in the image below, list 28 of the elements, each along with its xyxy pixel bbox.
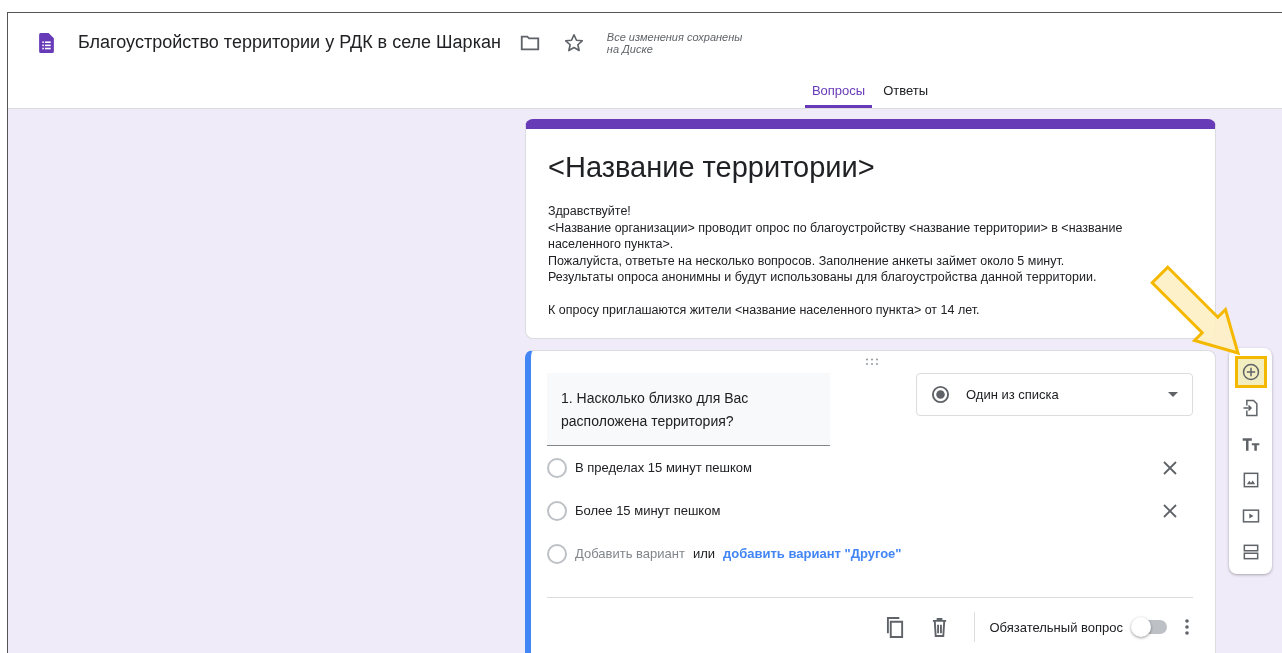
drag-handle-icon[interactable] xyxy=(865,358,879,366)
option-text[interactable]: В пределах 15 минут пешком xyxy=(575,460,1163,475)
or-text: или xyxy=(692,546,716,561)
form-description[interactable]: Здравствуйте! <Название организации> проводит опрос по благоустройству <название территории> в <название населенного пункта>. Пожалуйста, ответьте на несколько вопросов. Заполнение анкеты займет около 5 минут. Результаты опроса анонимны и будут использованы для благоустройства данной территории. xyxy=(548,203,1123,286)
add-other-link[interactable]: добавить вариант "Другое" xyxy=(723,546,902,561)
radio-circle[interactable] xyxy=(547,543,567,564)
form-description[interactable]: К опросу приглашаются жители <название населенного пункта> от 14 лет. xyxy=(548,301,980,318)
question-type-dropdown[interactable]: Один из списка xyxy=(916,373,1193,416)
form-title[interactable]: <Название территории> xyxy=(548,149,1193,185)
tab[interactable]: Ответы xyxy=(876,77,936,108)
close-icon[interactable] xyxy=(1163,460,1177,475)
required-label: Обязательный вопрос xyxy=(989,619,1123,635)
radio-icon xyxy=(931,385,950,404)
more-icon[interactable] xyxy=(1185,619,1189,635)
add-icon[interactable] xyxy=(1234,356,1267,388)
save-status: Все изменения сохранены на Диске xyxy=(606,30,744,55)
add-option-placeholder[interactable]: Добавить вариант xyxy=(575,546,685,561)
copy-icon[interactable] xyxy=(886,616,906,638)
document-title[interactable]: Благоустройство территории у РДК в селе Шаркан xyxy=(78,32,501,53)
radio-circle[interactable] xyxy=(547,500,567,521)
star-icon[interactable] xyxy=(562,31,585,54)
question-title-field[interactable]: 1. Насколько близко для Вас расположена территория? xyxy=(547,373,830,446)
radio-circle[interactable] xyxy=(547,457,567,478)
caret-icon xyxy=(1168,392,1178,397)
forms-icon[interactable] xyxy=(39,32,54,53)
required-toggle[interactable] xyxy=(1133,620,1167,634)
close-icon[interactable] xyxy=(1163,503,1177,518)
option-text[interactable]: Более 15 минут пешком xyxy=(575,503,1163,518)
